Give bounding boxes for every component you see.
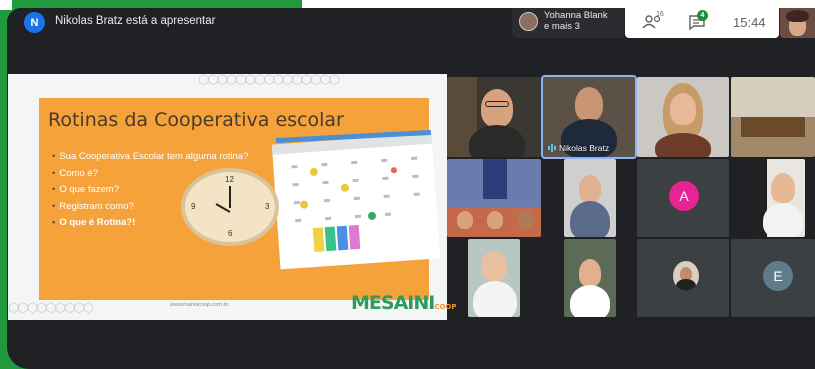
participant-avatar-photo <box>673 261 699 291</box>
hex-pattern-bottom: ⬡⬡⬡⬡⬡⬡⬡⬡⬡ <box>8 300 94 315</box>
room-furniture <box>741 117 805 137</box>
self-hair <box>786 10 809 22</box>
slide-website: www.mannicoop.com.br <box>170 302 229 308</box>
glasses-icon <box>485 101 509 107</box>
participant-face <box>575 87 603 121</box>
participant-avatar: A <box>669 181 699 211</box>
meeting-info-bar: 16 4 15:44 <box>625 8 779 38</box>
speaker-name: Yohanna Blank <box>544 10 608 21</box>
speaking-indicator-icon <box>548 144 556 152</box>
meeting-clock: 15:44 <box>733 15 766 30</box>
participant-face <box>771 173 795 203</box>
speaker-others: e mais 3 <box>544 21 580 32</box>
active-speaker-chip[interactable]: Yohanna Blank e mais 3 <box>512 8 624 38</box>
participant-count: 16 <box>656 11 664 18</box>
participant-face <box>481 89 513 127</box>
participant-tile[interactable] <box>564 239 616 317</box>
slide-title: Rotinas da Cooperativa escolar <box>48 109 344 131</box>
participant-name: Nikolas Bratz <box>559 143 610 153</box>
participant-tile-nikolas[interactable]: Nikolas Bratz <box>541 75 637 159</box>
participant-tile[interactable] <box>637 239 729 317</box>
participant-tile-avatar-a[interactable]: A <box>637 159 729 237</box>
slide-logo: MESAINICOOP <box>351 292 457 314</box>
participant-face <box>481 251 507 281</box>
presenter-label: Nikolas Bratz está a apresentar <box>55 15 216 27</box>
participant-avatar: E <box>763 261 793 291</box>
participant-tile[interactable] <box>753 159 805 237</box>
hex-pattern-top: ⬡⬡⬡⬡⬡⬡⬡⬡⬡⬡⬡⬡⬡⬡⬡ <box>198 72 340 87</box>
participant-face <box>670 93 696 125</box>
participant-face <box>579 259 601 287</box>
presenter-avatar: N <box>24 12 45 33</box>
presentation-slide: ⬡⬡⬡⬡⬡⬡⬡⬡⬡⬡⬡⬡⬡⬡⬡ ⬡⬡⬡⬡⬡⬡⬡⬡⬡ 12 3 6 9 Rotin… <box>8 72 457 320</box>
participant-tile[interactable] <box>731 77 815 157</box>
slide-bullet: Registram como? <box>52 201 248 218</box>
slide-bullet: Como é? <box>52 168 248 185</box>
participant-tile[interactable] <box>468 239 520 317</box>
participant-tile[interactable] <box>447 159 541 237</box>
participant-tile[interactable] <box>637 77 729 157</box>
slide-bullet: Sua Cooperativa Escolar tem alguma rotin… <box>52 151 248 168</box>
speaker-avatar <box>519 12 538 31</box>
self-view-thumbnail[interactable] <box>780 8 815 38</box>
top-right-controls: Yohanna Blank e mais 3 16 4 15:44 <box>512 8 815 38</box>
calendar-illustration <box>271 133 441 270</box>
slide-bullet: O que é Rotina?! <box>52 217 248 234</box>
participant-tile-avatar-e[interactable]: E <box>731 239 815 317</box>
slide-bullet-list: Sua Cooperativa Escolar tem alguma rotin… <box>52 151 248 234</box>
slide-bullet: O que fazem? <box>52 184 248 201</box>
participant-face <box>579 175 601 203</box>
chat-badge: 4 <box>697 10 708 21</box>
meet-window: N Nikolas Bratz está a apresentar Yohann… <box>7 8 815 369</box>
participant-tile[interactable] <box>447 77 541 157</box>
participant-tile[interactable] <box>564 159 616 237</box>
